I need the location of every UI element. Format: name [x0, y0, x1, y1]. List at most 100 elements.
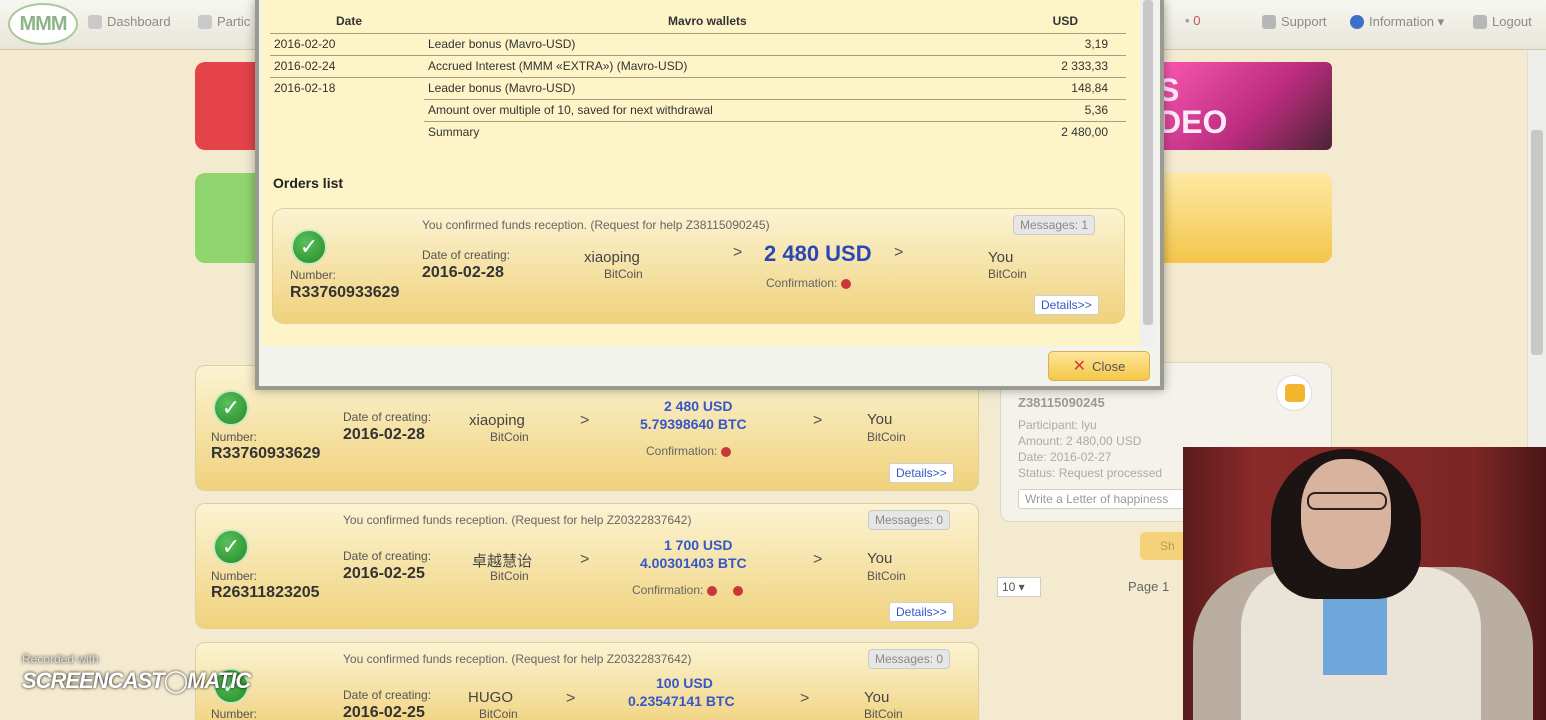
row-wallet: Summary	[428, 125, 480, 139]
details-button[interactable]: Details>>	[1034, 295, 1099, 315]
confirmation-icon[interactable]	[841, 278, 852, 289]
order-number-label: Number:	[211, 430, 258, 444]
nav-dashboard-label: Dashboard	[107, 14, 171, 29]
order-receiver-method: BitCoin	[867, 430, 906, 444]
watermark-brand: SCREENCAST◯MATIC	[22, 668, 251, 693]
table-summary-row: Summary 2 480,00	[270, 121, 1126, 143]
order-receiver-method: BitCoin	[988, 267, 1027, 281]
modal-scrollbar-thumb[interactable]	[1143, 0, 1153, 325]
order-usd-amount: 2 480 USD	[664, 398, 733, 414]
order-date-label: Date of creating:	[422, 248, 511, 262]
page-size-select[interactable]: 10 ▾	[997, 577, 1041, 597]
dashboard-icon	[88, 14, 102, 29]
col-wallets: Mavro wallets	[668, 14, 747, 28]
request-status: Status: Request processed	[1018, 466, 1163, 480]
messages-button[interactable]: Messages: 0	[868, 510, 951, 530]
order-number: R33760933629	[211, 445, 321, 462]
order-number: R26311823205	[211, 584, 320, 601]
row-date: 2016-02-20	[274, 37, 336, 51]
confirmation-label: Confirmation:	[766, 276, 838, 290]
messages-button[interactable]: Messages: 1	[1013, 215, 1096, 235]
write-letter-button[interactable]: Write a Letter of happiness	[1018, 489, 1198, 509]
order-number-label: Number:	[211, 707, 258, 720]
logout-icon	[1473, 14, 1487, 29]
person-face	[1301, 459, 1391, 569]
order-status: You confirmed funds reception. (Request …	[343, 652, 692, 666]
row-date: 2016-02-24	[274, 59, 336, 73]
nav-support-label: Support	[1281, 14, 1327, 29]
yellow-banner[interactable]	[1150, 173, 1332, 263]
confirmation-icon[interactable]	[707, 585, 718, 596]
row-wallet: Leader bonus (Mavro-USD)	[428, 37, 576, 51]
col-usd: USD	[1052, 14, 1078, 28]
request-amount: Amount: 2 480,00 USD	[1018, 434, 1142, 448]
row-usd: 3,19	[1084, 37, 1108, 51]
request-participant: Participant: lyu	[1018, 418, 1097, 432]
nav-logout[interactable]: Logout	[1473, 14, 1532, 29]
order-sender-method: BitCoin	[490, 569, 529, 583]
order-receiver: You	[867, 550, 893, 567]
notifications-indicator[interactable]: • 0	[1185, 13, 1200, 28]
person-shirt	[1323, 595, 1387, 675]
row-usd: 148,84	[1071, 81, 1108, 95]
table-row: 2016-02-20 Leader bonus (Mavro-USD) 3,19	[270, 33, 1126, 55]
order-receiver: You	[867, 411, 893, 428]
nav-participants[interactable]: Partic	[198, 14, 250, 29]
details-button[interactable]: Details>>	[889, 463, 954, 483]
order-confirmation: Confirmation:	[646, 444, 732, 458]
next-arrow-icon[interactable]	[1276, 375, 1312, 411]
col-date: Date	[336, 14, 363, 28]
table-row: 2016-02-18 Leader bonus (Mavro-USD) 148,…	[270, 77, 1126, 99]
nav-dashboard[interactable]: Dashboard	[88, 14, 171, 29]
order-sender: HUGO	[468, 689, 513, 706]
order-status: You confirmed funds reception. (Request …	[422, 218, 770, 232]
info-icon	[1350, 15, 1364, 29]
checkmark-icon: ✓	[213, 529, 249, 565]
nav-participants-label: Partic	[217, 14, 251, 29]
order-date: 2016-02-25	[343, 704, 425, 720]
order-date: 2016-02-25	[343, 565, 425, 582]
video-banner[interactable]: S DEO	[1150, 62, 1332, 150]
request-date: Date: 2016-02-27	[1018, 450, 1112, 464]
order-btc-amount: 5.79398640 BTC	[640, 416, 747, 432]
row-wallet: Amount over multiple of 10, saved for ne…	[428, 103, 713, 117]
close-label: Close	[1092, 358, 1126, 374]
close-button[interactable]: ✕ Close	[1048, 351, 1150, 381]
participants-icon	[198, 14, 212, 29]
order-date: 2016-02-28	[343, 426, 425, 443]
row-usd: 5,36	[1084, 103, 1108, 117]
order-sender: xiaoping	[469, 412, 525, 429]
order-number: R33760933629	[290, 284, 400, 301]
row-date: 2016-02-18	[274, 81, 336, 95]
order-receiver-method: BitCoin	[867, 569, 906, 583]
arrow-right-icon: >	[580, 551, 590, 568]
nav-information-label: Information ▾	[1369, 14, 1445, 29]
order-btc-amount: 4.00301403 BTC	[640, 555, 747, 571]
nav-information[interactable]: Information ▾	[1350, 14, 1444, 30]
confirmation-icon[interactable]	[721, 446, 732, 457]
request-code: Z38115090245	[1018, 395, 1105, 410]
checkmark-icon: ✓	[213, 390, 249, 426]
order-date-label: Date of creating:	[343, 688, 432, 702]
close-icon: ✕	[1072, 358, 1087, 375]
details-button[interactable]: Details>>	[889, 602, 954, 622]
webcam-overlay	[1183, 447, 1546, 720]
row-usd: 2 480,00	[1061, 125, 1108, 139]
order-btc-amount: 0.23547141 BTC	[628, 693, 735, 709]
confirmation-label: Confirmation:	[646, 444, 718, 458]
mmm-logo[interactable]: MMM	[8, 3, 78, 45]
confirmation-icon[interactable]	[733, 585, 744, 596]
screencast-watermark: Recorded with SCREENCAST◯MATIC	[22, 652, 251, 694]
order-date-label: Date of creating:	[343, 410, 432, 424]
arrow-right-icon: >	[813, 412, 823, 429]
messages-button[interactable]: Messages: 0	[868, 649, 951, 669]
page-scrollbar-thumb[interactable]	[1531, 130, 1543, 355]
arrow-right-icon: >	[566, 690, 576, 707]
row-usd: 2 333,33	[1061, 59, 1108, 73]
order-receiver-method: BitCoin	[864, 707, 903, 720]
arrow-right-icon: >	[580, 412, 590, 429]
order-date: 2016-02-28	[422, 264, 504, 281]
row-wallet: Accrued Interest (MMM «EXTRA») (Mavro-US…	[428, 59, 688, 73]
nav-support[interactable]: Support	[1262, 14, 1327, 29]
wallet-table-header: Date Mavro wallets USD	[270, 10, 1126, 32]
